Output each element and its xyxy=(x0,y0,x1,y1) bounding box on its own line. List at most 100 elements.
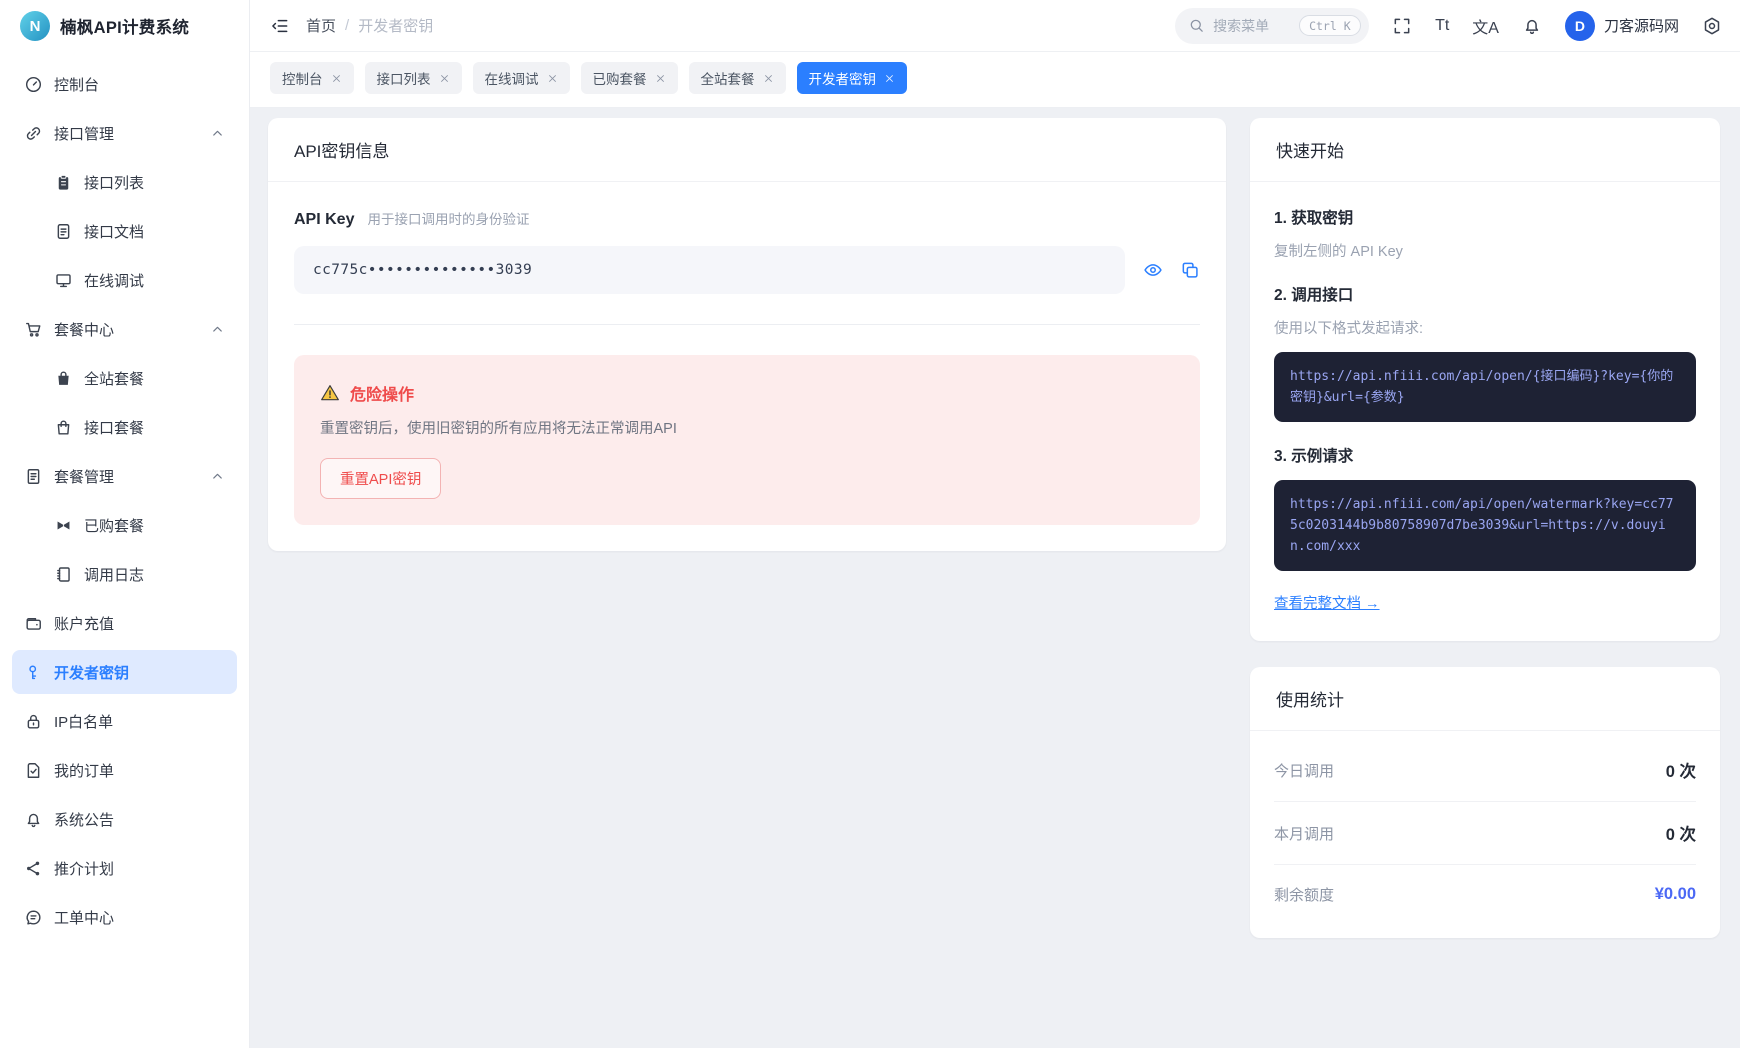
close-icon[interactable] xyxy=(884,73,895,84)
chat-icon xyxy=(24,908,43,927)
sidebar-item-api-list[interactable]: 接口列表 xyxy=(12,160,237,204)
search-shortcut-badge: Ctrl K xyxy=(1299,15,1361,36)
breadcrumb-current: 开发者密钥 xyxy=(358,18,434,35)
quickstart-step1-title: 1. 获取密钥 xyxy=(1274,210,1354,227)
notebook-icon xyxy=(54,565,73,584)
sidebar-group-package-center[interactable]: 套餐中心 xyxy=(12,307,237,351)
danger-zone-description: 重置密钥后，使用旧密钥的所有应用将无法正常调用API xyxy=(320,421,677,437)
settings-gear-icon[interactable] xyxy=(1702,16,1722,36)
tab-purchased-packages[interactable]: 已购套餐 xyxy=(580,62,678,94)
doc-lines-icon xyxy=(24,467,43,486)
sidebar-menu: 控制台 接口管理 接口列表 接口文档 在线调试 套餐中心 全站套餐 接口套餐 套… xyxy=(0,52,249,954)
stat-row-today-calls: 今日调用 0 次 xyxy=(1274,739,1696,803)
tab-api-list[interactable]: 接口列表 xyxy=(364,62,462,94)
quickstart-body: 1. 获取密钥 复制左侧的 API Key 2. 调用接口 使用以下格式发起请求… xyxy=(1250,182,1720,641)
close-icon[interactable] xyxy=(547,73,558,84)
user-name: 刀客源码网 xyxy=(1603,18,1679,35)
request-format-code-block: https://api.nfiii.com/api/open/{接口编码}?ke… xyxy=(1274,352,1696,423)
sidebar-item-developer-key[interactable]: 开发者密钥 xyxy=(12,650,237,694)
api-key-heading: API Key 用于接口调用时的身份验证 xyxy=(294,208,1200,229)
sidebar-item-api-docs[interactable]: 接口文档 xyxy=(12,209,237,253)
key-icon xyxy=(24,663,43,682)
warning-triangle-icon xyxy=(321,385,339,401)
avatar: D xyxy=(1564,10,1595,41)
monitor-icon xyxy=(54,271,73,290)
font-size-icon[interactable]: Tt xyxy=(1435,17,1449,35)
copy-icon[interactable] xyxy=(1180,260,1200,280)
api-key-card-title: API密钥信息 xyxy=(268,118,1226,182)
topbar: 首页 / 开发者密钥 Ctrl K Tt 文A D 刀客源码网 xyxy=(250,0,1740,52)
sidebar-item-api-packages[interactable]: 接口套餐 xyxy=(12,405,237,449)
main-column: 首页 / 开发者密钥 Ctrl K Tt 文A D 刀客源码网 xyxy=(250,0,1740,1048)
topbar-actions: Ctrl K Tt 文A D 刀客源码网 xyxy=(1175,7,1722,44)
tab-bar: 控制台 接口列表 在线调试 已购套餐 全站套餐 开发者密钥 xyxy=(250,52,1740,108)
close-icon[interactable] xyxy=(655,73,666,84)
quickstart-step3-title: 3. 示例请求 xyxy=(1274,448,1354,466)
quickstart-title: 快速开始 xyxy=(1250,118,1720,182)
sidebar-item-call-logs[interactable]: 调用日志 xyxy=(12,552,237,596)
sidebar-item-account-recharge[interactable]: 账户充值 xyxy=(12,601,237,645)
quickstart-step1-desc: 复制左侧的 API Key xyxy=(1274,244,1403,260)
user-menu[interactable]: D 刀客源码网 xyxy=(1564,10,1679,41)
tab-online-debug[interactable]: 在线调试 xyxy=(472,62,570,94)
breadcrumb: 首页 / 开发者密钥 xyxy=(306,15,433,36)
usage-stats-title: 使用统计 xyxy=(1250,667,1720,732)
quickstart-step2-title: 2. 调用接口 xyxy=(1274,287,1354,304)
sidebar-item-purchased-packages[interactable]: 已购套餐 xyxy=(12,503,237,547)
reset-api-key-button[interactable]: 重置API密钥 xyxy=(320,458,442,499)
bag-solid-icon xyxy=(54,369,73,388)
eye-icon[interactable] xyxy=(1143,260,1163,280)
stat-row-month-calls: 本月调用 0 次 xyxy=(1274,802,1696,866)
stat-value: 0 次 xyxy=(1665,763,1696,782)
notification-bell-icon[interactable] xyxy=(1522,16,1542,36)
search-box[interactable]: Ctrl K xyxy=(1175,7,1370,44)
sidebar-collapse-icon[interactable] xyxy=(270,16,290,36)
app-title: 楠枫API计费系统 xyxy=(60,19,190,37)
search-icon xyxy=(1190,19,1203,32)
quickstart-card: 快速开始 1. 获取密钥 复制左侧的 API Key 2. 调用接口 使用以下格… xyxy=(1250,118,1720,642)
search-input[interactable] xyxy=(1213,17,1292,34)
sidebar-group-api-management[interactable]: 接口管理 xyxy=(12,111,237,155)
fullscreen-icon[interactable] xyxy=(1392,16,1412,36)
quickstart-step2-desc: 使用以下格式发起请求: xyxy=(1274,321,1424,337)
usage-stats-body: 今日调用 0 次 本月调用 0 次 剩余额度 ¥0.00 xyxy=(1250,731,1720,938)
tab-console[interactable]: 控制台 xyxy=(270,62,354,94)
sidebar: N 楠枫API计费系统 控制台 接口管理 接口列表 接口文档 在线调试 套餐中心… xyxy=(0,0,250,1048)
breadcrumb-home[interactable]: 首页 xyxy=(306,15,336,36)
sidebar-item-online-debug[interactable]: 在线调试 xyxy=(12,258,237,302)
sidebar-item-referral-plan[interactable]: 推介计划 xyxy=(12,846,237,890)
sidebar-group-package-management[interactable]: 套餐管理 xyxy=(12,454,237,498)
stat-label: 今日调用 xyxy=(1274,762,1335,780)
api-key-card: API密钥信息 API Key 用于接口调用时的身份验证 cc775c•••••… xyxy=(268,118,1226,551)
app-logo[interactable]: N 楠枫API计费系统 xyxy=(0,0,249,52)
close-icon[interactable] xyxy=(763,73,774,84)
sidebar-item-ticket-center[interactable]: 工单中心 xyxy=(12,895,237,939)
file-check-icon xyxy=(24,761,43,780)
link-icon xyxy=(24,124,43,143)
file-text-icon xyxy=(54,222,73,241)
full-docs-link[interactable]: 查看完整文档 → xyxy=(1274,592,1380,613)
sidebar-item-console[interactable]: 控制台 xyxy=(12,62,237,106)
tab-site-packages[interactable]: 全站套餐 xyxy=(688,62,786,94)
stat-label: 剩余额度 xyxy=(1274,887,1335,905)
sidebar-item-site-packages[interactable]: 全站套餐 xyxy=(12,356,237,400)
section-divider xyxy=(294,324,1200,325)
close-icon[interactable] xyxy=(439,73,450,84)
stat-value-quota: ¥0.00 xyxy=(1654,885,1696,904)
lock-icon xyxy=(24,712,43,731)
cart-icon xyxy=(24,320,43,339)
gauge-icon xyxy=(24,75,43,94)
right-column: 快速开始 1. 获取密钥 复制左侧的 API Key 2. 调用接口 使用以下格… xyxy=(1250,118,1720,939)
sidebar-item-announcements[interactable]: 系统公告 xyxy=(12,797,237,841)
bag-outline-icon xyxy=(54,418,73,437)
api-key-row: cc775c••••••••••••••3039 xyxy=(294,246,1200,294)
example-request-code-block: https://api.nfiii.com/api/open/watermark… xyxy=(1274,480,1696,572)
share-icon xyxy=(24,859,43,878)
sidebar-item-my-orders[interactable]: 我的订单 xyxy=(12,748,237,792)
locale-switch-icon[interactable]: 文A xyxy=(1472,14,1499,38)
sidebar-item-ip-whitelist[interactable]: IP白名单 xyxy=(12,699,237,743)
tab-developer-key[interactable]: 开发者密钥 xyxy=(796,62,907,94)
clipboard-icon xyxy=(54,173,73,192)
close-icon[interactable] xyxy=(331,73,342,84)
bell-icon xyxy=(24,810,43,829)
